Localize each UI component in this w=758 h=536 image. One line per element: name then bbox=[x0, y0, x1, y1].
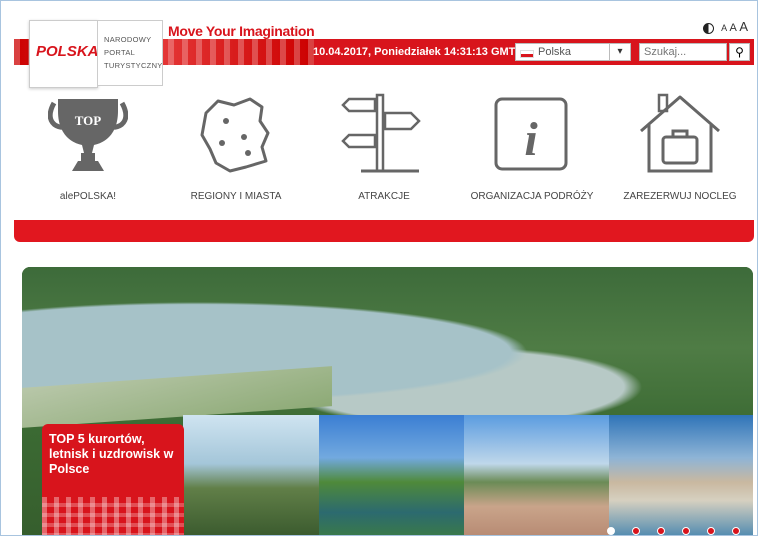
nav-red-bar bbox=[14, 220, 754, 242]
portal-line: NARODOWY bbox=[104, 35, 152, 44]
nav-label: ORGANIZACJA PODRÓŻY bbox=[470, 191, 594, 202]
info-icon-text: i bbox=[524, 113, 538, 166]
polska-logo[interactable]: POLSKA bbox=[29, 20, 99, 88]
house-suitcase-icon bbox=[640, 93, 720, 173]
nav-label: REGIONY I MIASTA bbox=[190, 191, 282, 202]
promo-pattern bbox=[42, 497, 184, 535]
portal-name: NARODOWY PORTAL TURYSTYCZNY bbox=[97, 20, 163, 86]
map-poland-icon bbox=[200, 97, 270, 173]
promo-card[interactable]: TOP 5 kurortów, letnisk i uzdrowisk w Po… bbox=[42, 424, 184, 535]
nav-item-organizacja[interactable]: i ORGANIZACJA PODRÓŻY bbox=[458, 83, 606, 202]
search-button[interactable]: ⚲ bbox=[729, 43, 750, 61]
tagline: Move Your Imagination bbox=[168, 23, 315, 39]
browser-viewport: Move Your Imagination POLSKA NARODOWY PO… bbox=[0, 0, 758, 536]
datetime: 10.04.2017, Poniedziałek 14:31:13 GMT+1 bbox=[313, 46, 528, 58]
slider-dot[interactable] bbox=[682, 527, 690, 535]
hero-thumbnail[interactable] bbox=[183, 415, 328, 535]
portal-line: PORTAL bbox=[104, 48, 136, 57]
slider-dot[interactable] bbox=[607, 527, 615, 535]
hero-thumbnail[interactable] bbox=[609, 415, 753, 535]
nav-label: alePOLSKA! bbox=[59, 191, 117, 202]
hero-thumbnail[interactable] bbox=[319, 415, 464, 535]
country-select-value: Polska bbox=[538, 46, 572, 58]
contrast-icon[interactable] bbox=[703, 22, 714, 34]
hero-thumbnail[interactable] bbox=[464, 415, 609, 535]
poland-flag-icon bbox=[520, 50, 534, 58]
font-size-large-button[interactable]: A bbox=[739, 19, 748, 34]
info-icon: i bbox=[494, 97, 568, 171]
trophy-icon: TOP bbox=[48, 99, 128, 171]
signpost-icon bbox=[341, 93, 421, 173]
nav-item-alepolska[interactable]: TOP alePOLSKA! bbox=[14, 83, 162, 202]
search-icon: ⚲ bbox=[735, 45, 744, 59]
font-size-medium-button[interactable]: A bbox=[730, 22, 737, 34]
slider-dot[interactable] bbox=[657, 527, 665, 535]
accessibility-tools: A A A bbox=[703, 19, 748, 34]
nav-label: ZAREZERWUJ NOCLEG bbox=[623, 191, 737, 202]
nav-label: ATRAKCJE bbox=[358, 191, 410, 202]
search-input[interactable] bbox=[639, 43, 727, 61]
trophy-icon-text: TOP bbox=[75, 113, 102, 128]
hero-thumbnails bbox=[183, 415, 753, 535]
slider-dot[interactable] bbox=[707, 527, 715, 535]
nav-item-atrakcje[interactable]: ATRAKCJE bbox=[310, 83, 458, 202]
logo-text: POLSKA bbox=[36, 43, 99, 60]
main-nav: TOP alePOLSKA! REGIONY I MIASTA ATRAKCJE… bbox=[14, 83, 754, 223]
nav-item-nocleg[interactable]: ZAREZERWUJ NOCLEG bbox=[606, 83, 754, 202]
country-select[interactable]: Polska ▾ bbox=[515, 43, 631, 61]
nav-item-regiony[interactable]: REGIONY I MIASTA bbox=[162, 83, 310, 202]
portal-line: TURYSTYCZNY bbox=[104, 61, 163, 70]
slider-dot[interactable] bbox=[632, 527, 640, 535]
chevron-down-icon[interactable]: ▾ bbox=[609, 44, 630, 60]
slider-dot[interactable] bbox=[732, 527, 740, 535]
font-size-small-button[interactable]: A bbox=[721, 23, 727, 33]
promo-title: TOP 5 kurortów, letnisk i uzdrowisk w Po… bbox=[49, 432, 174, 476]
